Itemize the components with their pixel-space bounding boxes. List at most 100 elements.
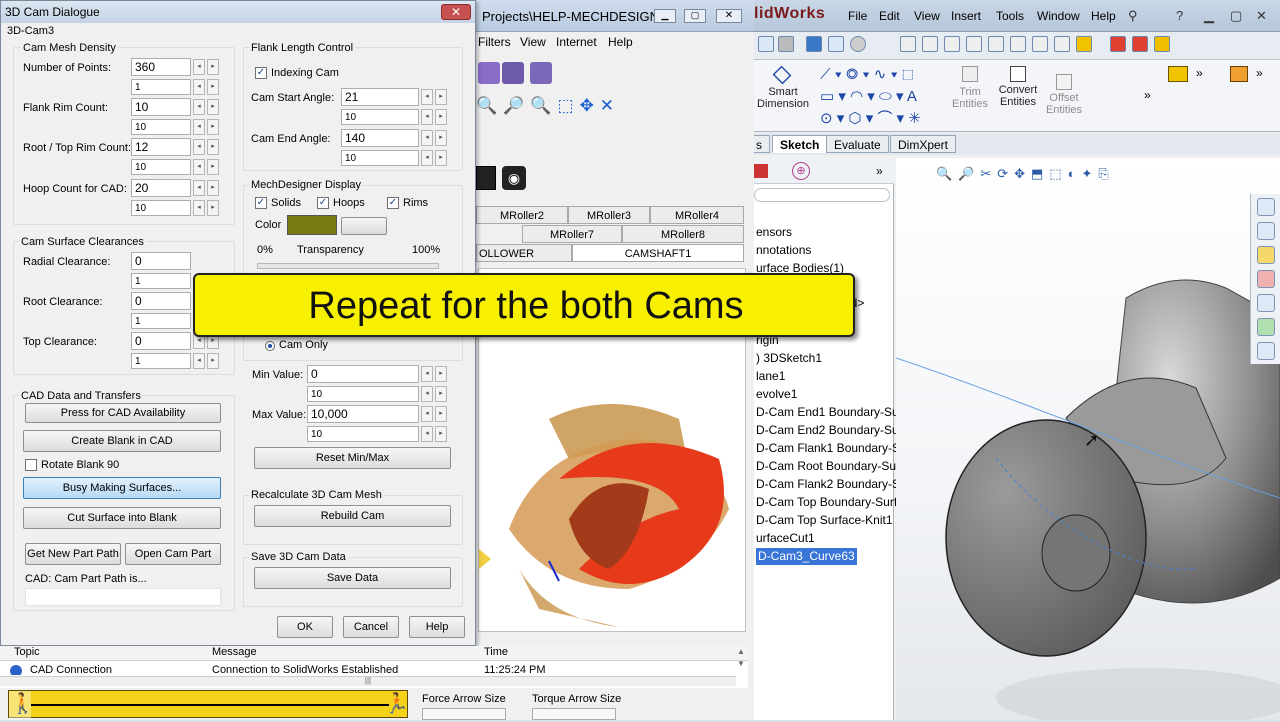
menu-tools[interactable]: Tools	[996, 9, 1024, 23]
decrement-icon[interactable]: ◂	[193, 99, 205, 115]
trim-entities-label[interactable]: Trim Entities	[948, 86, 992, 110]
increment-icon[interactable]: ▸	[207, 180, 219, 196]
tab-camshaft1[interactable]: CAMSHAFT1	[572, 244, 744, 262]
increment-icon[interactable]: ▸	[435, 150, 447, 166]
feature-tab-icon[interactable]	[754, 164, 768, 178]
toolbar-icon[interactable]	[1032, 36, 1048, 52]
torque-arrow-slider[interactable]	[532, 708, 616, 720]
color-swatch[interactable]	[287, 215, 337, 235]
menu-insert[interactable]: Insert	[951, 9, 981, 23]
flank-rim-step-input[interactable]: 10	[131, 119, 191, 135]
toolbar-icon[interactable]	[778, 36, 794, 52]
increment-icon[interactable]: ▸	[435, 386, 447, 402]
top-clearance-step-input[interactable]: 1	[131, 353, 191, 369]
home-icon[interactable]	[1257, 198, 1275, 216]
decrement-icon[interactable]: ◂	[193, 79, 205, 95]
cam-end-step-input[interactable]: 10	[341, 150, 419, 166]
color-picker-button[interactable]	[341, 217, 387, 235]
increment-icon[interactable]: ▸	[207, 79, 219, 95]
transparency-slider[interactable]	[257, 263, 439, 269]
appearances-icon[interactable]	[1257, 318, 1275, 336]
busy-making-surfaces-button[interactable]: Busy Making Surfaces...	[23, 477, 221, 499]
graphics-area[interactable]: 🔍🔎✂⟳✥⬒⬚◐✦⎘ ➚	[896, 158, 1280, 720]
increment-icon[interactable]: ▸	[435, 89, 447, 105]
root-top-rim-step-input[interactable]: 10	[131, 159, 191, 175]
menu-file[interactable]: File	[848, 9, 867, 23]
reset-min-max-button[interactable]: Reset Min/Max	[254, 447, 451, 469]
force-arrow-slider[interactable]	[422, 708, 506, 720]
decrement-icon[interactable]: ◂	[421, 366, 433, 382]
close-icon[interactable]: ✕	[716, 9, 742, 23]
offset-entities-label[interactable]: Offset Entities	[1040, 92, 1088, 116]
tab-mroller2[interactable]: MRoller2	[476, 206, 568, 224]
toolbar-icon[interactable]	[1110, 36, 1126, 52]
increment-icon[interactable]: ▸	[207, 159, 219, 175]
pin-icon[interactable]: ⚲	[1128, 8, 1138, 24]
decrement-icon[interactable]: ◂	[421, 386, 433, 402]
more-chevron-icon[interactable]: »	[1196, 66, 1203, 80]
menu-filters[interactable]: Filters	[478, 35, 511, 49]
tree-item[interactable]: D-Cam Top Surface-Knit1	[756, 512, 893, 529]
toolbar-icon[interactable]	[1132, 36, 1148, 52]
hoop-count-step-input[interactable]: 10	[131, 200, 191, 216]
toolbar-icon[interactable]	[1076, 36, 1092, 52]
zoom-toolbar[interactable]: 🔍🔎🔍⬚✥✕	[476, 96, 656, 124]
get-part-path-button[interactable]: Get New Part Path	[25, 543, 121, 565]
min-step-input[interactable]: 10	[307, 386, 419, 402]
close-icon[interactable]: ✕	[1256, 8, 1267, 24]
points-step-input[interactable]: 1	[131, 79, 191, 95]
cam-only-radio[interactable]	[265, 341, 275, 351]
decrement-icon[interactable]: ◂	[193, 159, 205, 175]
open-cam-part-button[interactable]: Open Cam Part	[125, 543, 221, 565]
decrement-icon[interactable]: ◂	[421, 150, 433, 166]
motion-slider[interactable]	[8, 690, 408, 719]
design-library-icon[interactable]	[1257, 222, 1275, 240]
decrement-icon[interactable]: ◂	[193, 180, 205, 196]
cut-surface-button[interactable]: Cut Surface into Blank	[23, 507, 221, 529]
increment-icon[interactable]: ▸	[435, 426, 447, 442]
ok-button[interactable]: OK	[277, 616, 333, 638]
tree-item[interactable]: ensors	[756, 224, 792, 241]
decrement-icon[interactable]: ◂	[193, 59, 205, 75]
more-chevron-icon[interactable]: »	[1256, 66, 1263, 80]
part-path-field[interactable]	[25, 588, 221, 606]
tab-mroller4[interactable]: MRoller4	[650, 206, 744, 224]
toolbar-icon[interactable]	[850, 36, 866, 52]
custom-properties-icon[interactable]	[1257, 342, 1275, 360]
tree-item[interactable]: evolve1	[756, 386, 797, 403]
tab-mroller8[interactable]: MRoller8	[622, 225, 744, 243]
tab-mroller7[interactable]: MRoller7	[522, 225, 622, 243]
menu-help[interactable]: Help	[1091, 9, 1116, 23]
toolbar-icon[interactable]	[922, 36, 938, 52]
solids-checkbox[interactable]: ✓	[255, 197, 267, 209]
toolbar-icon[interactable]	[1230, 66, 1248, 82]
toolbar-icon[interactable]	[1168, 66, 1188, 82]
menu-view[interactable]: View	[914, 9, 940, 23]
restore-icon[interactable]: ▢	[1230, 8, 1242, 24]
tree-item[interactable]: D-Cam End2 Boundary-Su	[756, 422, 899, 439]
decrement-icon[interactable]: ◂	[421, 426, 433, 442]
convert-entities-label[interactable]: Convert Entities	[992, 84, 1044, 108]
toolbar-icon[interactable]	[828, 36, 844, 52]
help-button[interactable]: Help	[409, 616, 465, 638]
increment-icon[interactable]: ▸	[207, 99, 219, 115]
log-scrollbar[interactable]: ▲ ▼	[736, 646, 746, 686]
rotate-blank-checkbox[interactable]	[25, 459, 37, 471]
log-col-time[interactable]: Time	[484, 646, 508, 658]
menu-help[interactable]: Help	[608, 35, 633, 49]
toolbar-icon[interactable]	[900, 36, 916, 52]
rebuild-cam-button[interactable]: Rebuild Cam	[254, 505, 451, 527]
cad-availability-button[interactable]: Press for CAD Availability	[25, 403, 221, 423]
toolbar-icon[interactable]	[1054, 36, 1070, 52]
tree-item[interactable]: D-Cam Flank2 Boundary-S	[756, 476, 900, 493]
tab-follower[interactable]: OLLOWER	[476, 244, 572, 262]
menu-edit[interactable]: Edit	[879, 9, 900, 23]
restore-icon[interactable]: ▢	[684, 9, 706, 23]
decrement-icon[interactable]: ◂	[421, 109, 433, 125]
decrement-icon[interactable]: ◂	[421, 130, 433, 146]
add-part-icon[interactable]	[530, 62, 552, 84]
create-blank-button[interactable]: Create Blank in CAD	[23, 430, 221, 452]
convert-icon[interactable]	[1010, 66, 1026, 82]
tree-expand-icon[interactable]: »	[876, 164, 883, 178]
flank-rim-input[interactable]: 10	[131, 98, 191, 116]
